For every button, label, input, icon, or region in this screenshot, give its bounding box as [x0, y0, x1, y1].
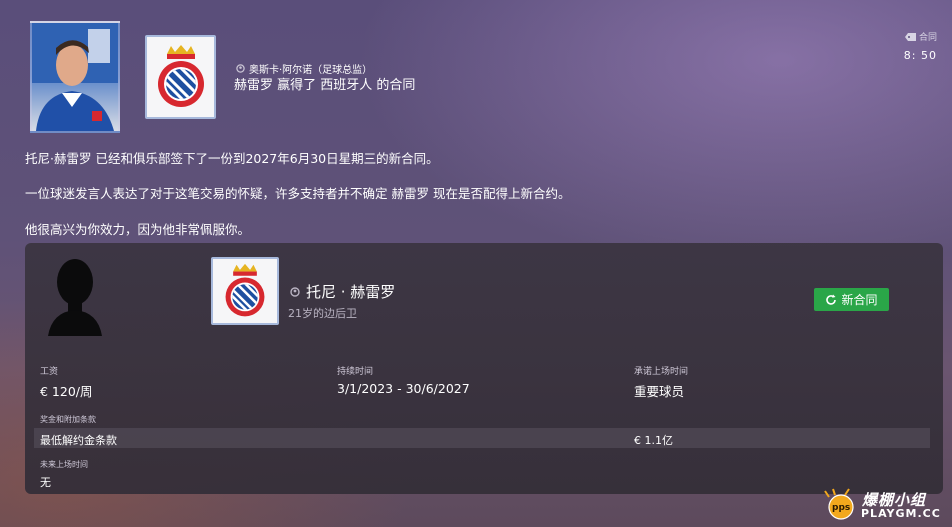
watermark-domain: PLAYGM.CC	[861, 507, 941, 520]
message-paragraph-1: 托尼·赫雷罗 已经和俱乐部签下了一份到2027年6月30日星期三的新合同。	[25, 151, 439, 166]
player-description: 21岁的边后卫	[288, 307, 357, 320]
player-silhouette[interactable]	[44, 254, 106, 336]
duration-label: 持续时间	[337, 367, 374, 377]
message-paragraph-3: 他很高兴为你效力，因为他非常佩服你。	[25, 222, 251, 237]
playing-time-value: 重要球员	[634, 384, 685, 399]
watermark-badge: pps	[832, 503, 851, 513]
message-meta: 合同 8: 50	[904, 30, 937, 62]
future-playing-time-label: 未来上场时间	[40, 460, 88, 469]
new-contract-button[interactable]: 新合同	[814, 288, 889, 311]
espanyol-crest-icon	[225, 263, 265, 317]
message-time: 8: 50	[903, 49, 937, 62]
future-playing-time-value: 无	[40, 476, 51, 489]
person-icon	[236, 64, 245, 73]
duration-value: 3/1/2023 - 30/6/2027	[337, 381, 470, 396]
message-tag[interactable]: 合同	[904, 30, 937, 43]
tag-label: 合同	[918, 33, 937, 43]
release-clause-row	[34, 428, 930, 448]
playing-time-label: 承诺上场时间	[634, 367, 689, 377]
wage-label: 工资	[40, 367, 59, 377]
message-paragraph-2: 一位球迷发言人表达了对于这笔交易的怀疑，许多支持者并不确定 赫雷罗 现在是否配得…	[25, 186, 571, 201]
player-name[interactable]: 托尼 · 赫雷罗	[306, 281, 395, 302]
wage-value: € 120/周	[40, 384, 93, 399]
new-contract-label: 新合同	[841, 293, 878, 307]
espanyol-crest-icon	[157, 45, 204, 107]
release-clause-label: 最低解约金条款	[40, 434, 117, 447]
player-club-crest[interactable]	[211, 257, 279, 325]
club-crest[interactable]	[145, 35, 216, 119]
manager-photo[interactable]	[30, 21, 120, 133]
bonus-clauses-label: 奖金和附加条款	[40, 415, 96, 424]
release-clause-value: € 1.1亿	[634, 434, 673, 447]
message-headline: 赫雷罗 赢得了 西班牙人 的合同	[234, 78, 416, 93]
player-name-row: 托尼 · 赫雷罗	[290, 281, 395, 302]
tag-icon	[904, 32, 916, 41]
refresh-icon	[826, 294, 837, 305]
person-icon	[290, 286, 300, 297]
contract-card	[25, 243, 943, 494]
